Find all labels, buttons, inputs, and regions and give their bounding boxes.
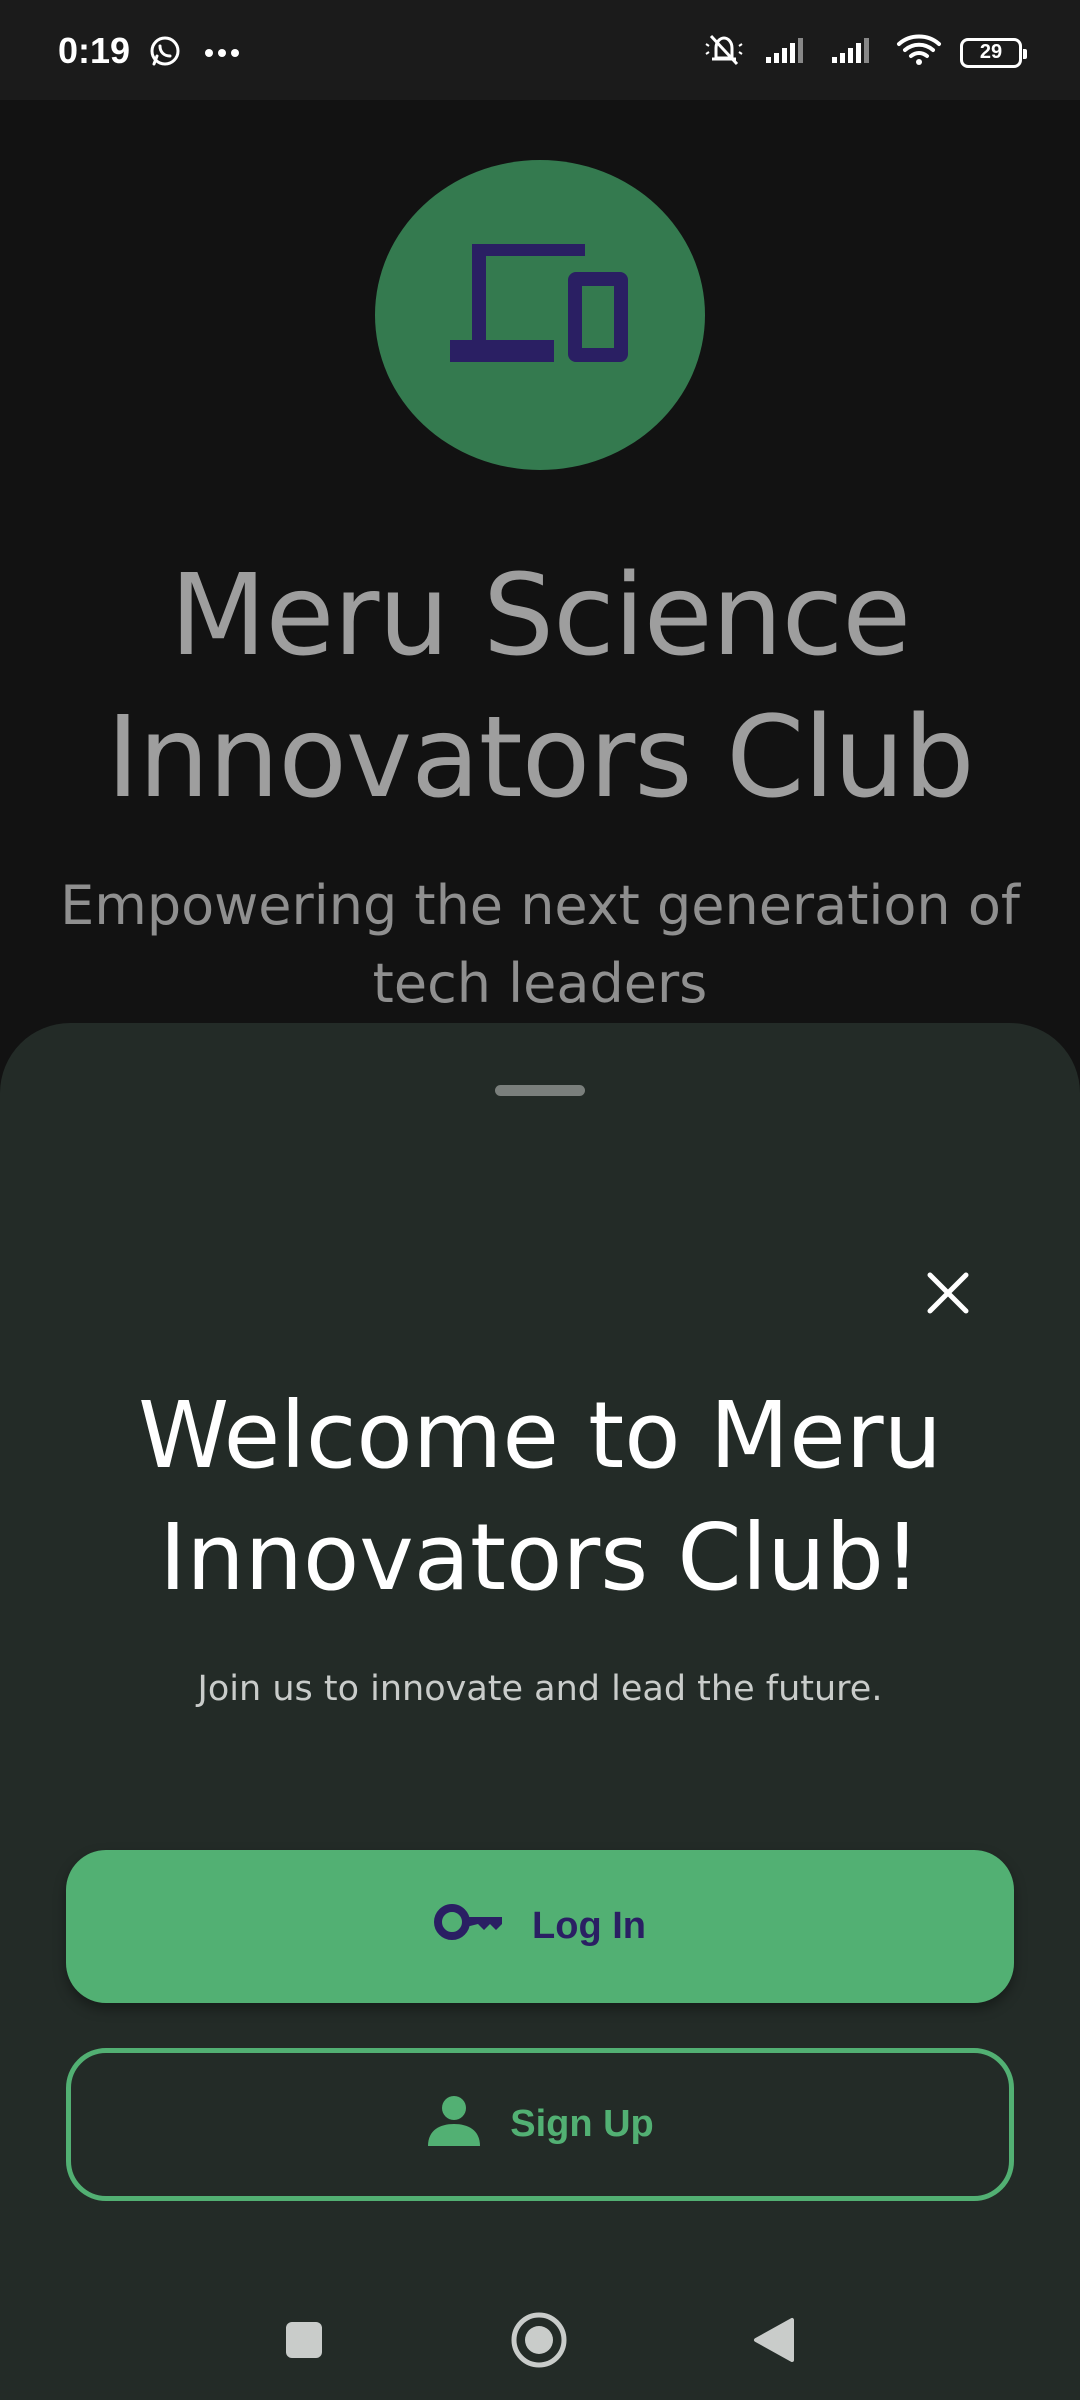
status-bar: 0:19 29 (0, 0, 1080, 100)
status-time: 0:19 (58, 30, 131, 71)
recents-square-icon (286, 2322, 322, 2358)
wifi-icon (896, 33, 942, 72)
battery-icon: 29 (960, 37, 1027, 68)
welcome-subtitle: Join us to innovate and lead the future. (197, 1669, 883, 1709)
screen: 0:19 29 Meru Science Innovators Club Emp… (0, 0, 1080, 2400)
signup-button[interactable]: Sign Up (66, 2048, 1014, 2201)
welcome-title: Welcome to Meru Innovators Club! (138, 1382, 942, 1611)
home-circle-icon (511, 2312, 567, 2368)
status-right-icons: 29 (702, 32, 1027, 73)
recents-button[interactable] (274, 2310, 334, 2370)
welcome-bottom-sheet: Welcome to Meru Innovators Club! Join us… (0, 1023, 1080, 2400)
signal-icon (764, 35, 812, 70)
status-left-icons (148, 34, 240, 73)
close-icon (927, 1272, 969, 1314)
back-triangle-icon (754, 2318, 794, 2362)
background-subtitle: Empowering the next generation of tech l… (60, 874, 1020, 1015)
more-dots-icon (204, 45, 240, 63)
person-icon (426, 2092, 482, 2158)
key-icon (434, 1902, 504, 1952)
background-page: Meru Science Innovators Club Empowering … (0, 100, 1080, 1100)
navigation-bar (0, 2270, 1080, 2400)
signup-label: Sign Up (510, 2103, 654, 2145)
battery-level: 29 (979, 41, 1003, 63)
close-button[interactable] (918, 1263, 978, 1323)
background-title: Meru Science Innovators Club (106, 551, 974, 823)
devices-icon (450, 244, 630, 379)
whatsapp-icon (148, 34, 182, 73)
mute-icon (702, 32, 746, 73)
login-button[interactable]: Log In (66, 1850, 1014, 2003)
login-label: Log In (532, 1905, 646, 1947)
logo-circle (375, 160, 705, 470)
drag-handle[interactable] (495, 1085, 585, 1096)
home-button[interactable] (509, 2310, 569, 2370)
back-button[interactable] (744, 2310, 804, 2370)
signal-icon (830, 35, 878, 70)
